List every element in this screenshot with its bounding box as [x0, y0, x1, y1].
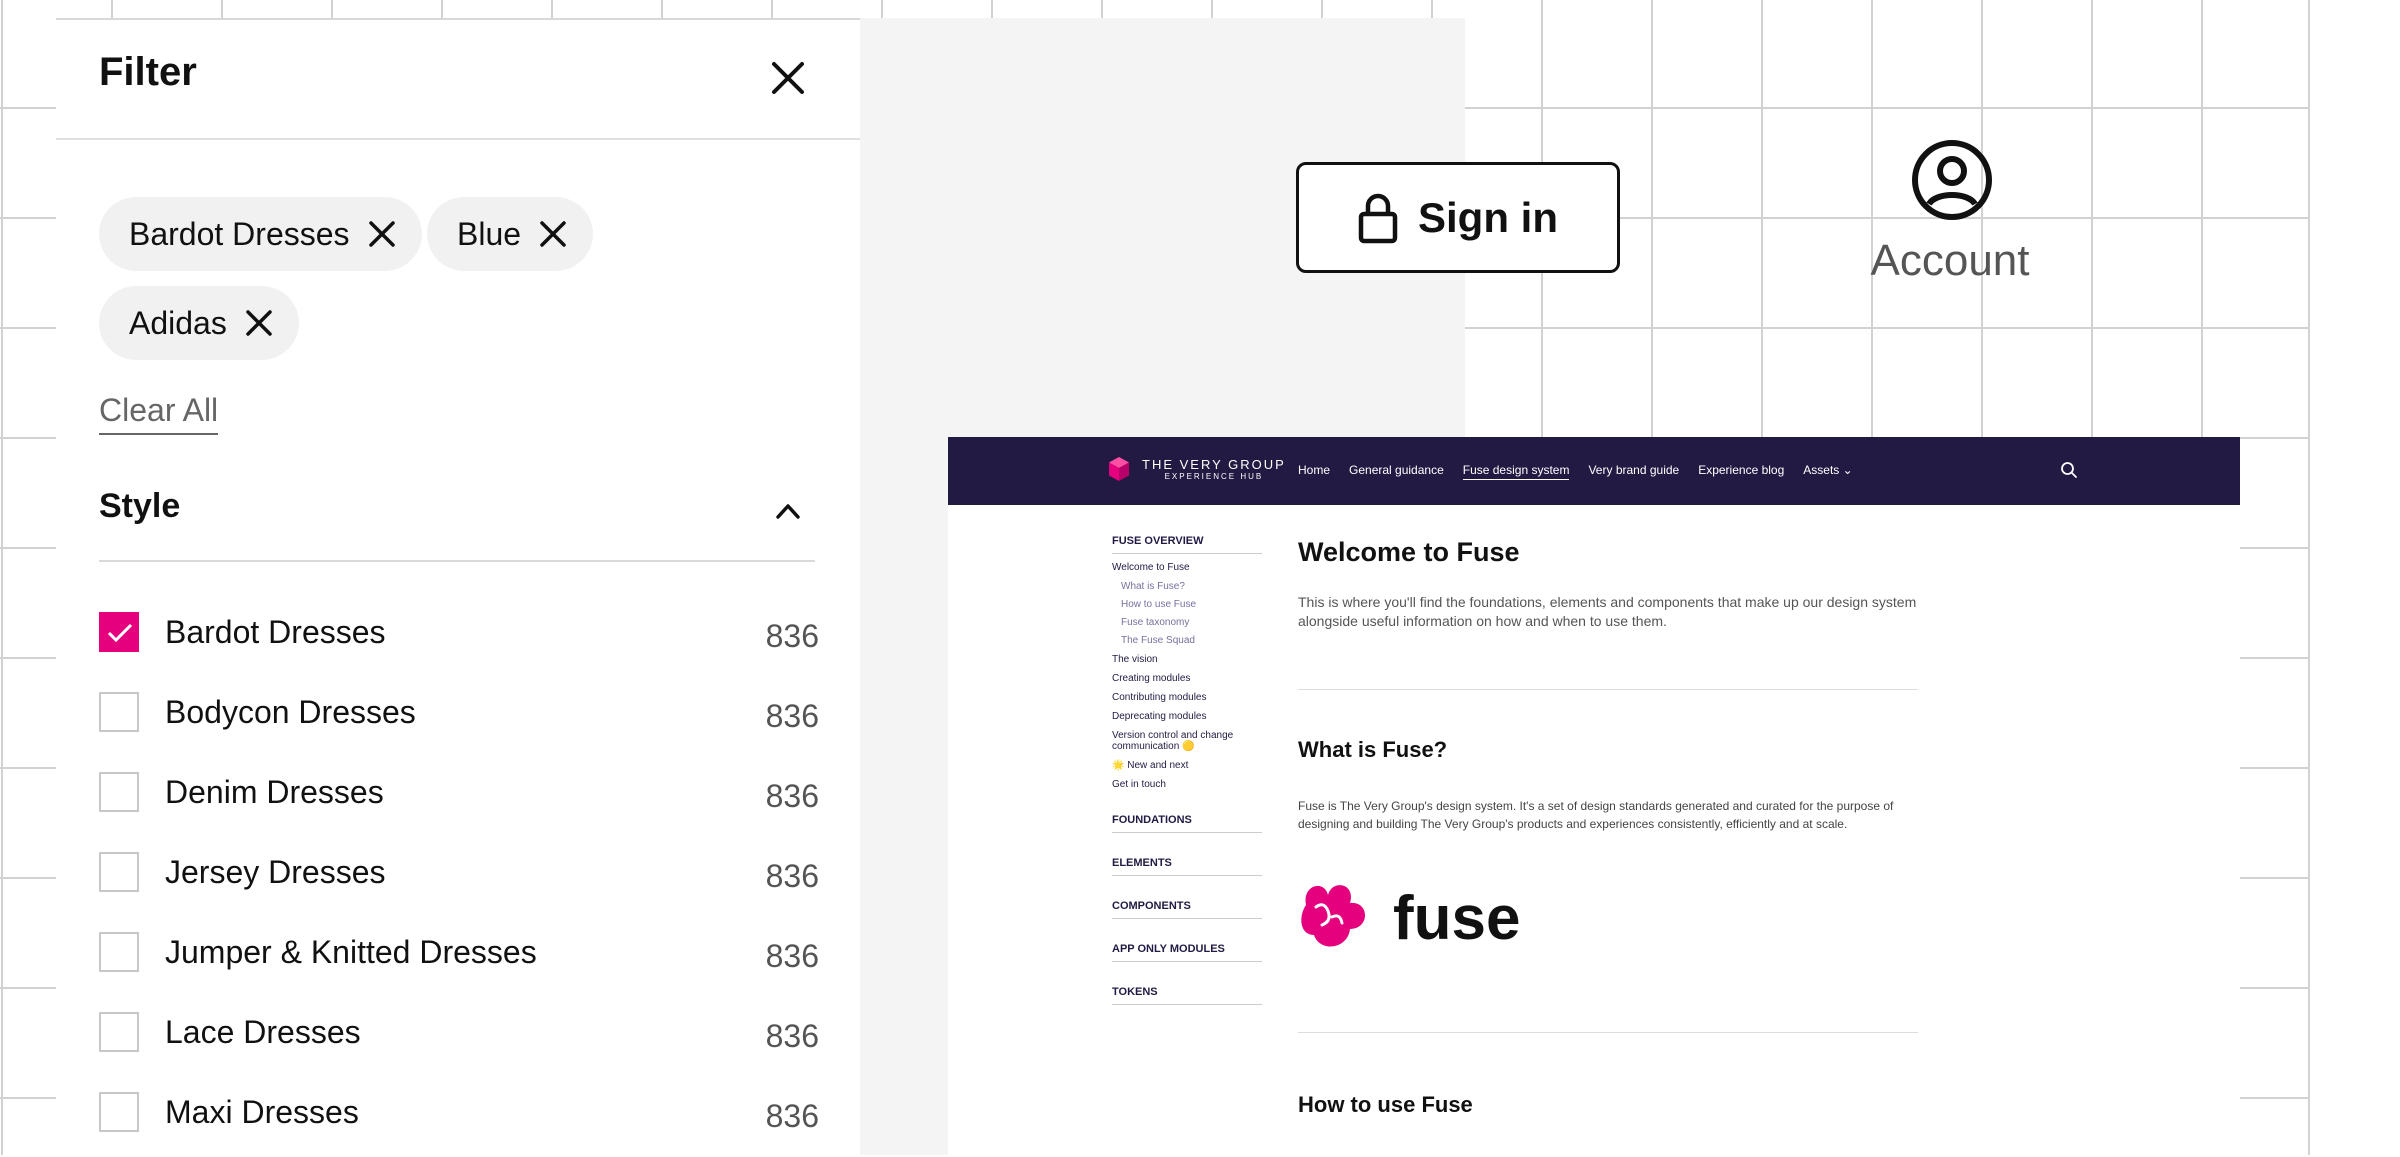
fuse-logo-text: fuse	[1393, 884, 1520, 953]
option-label: Denim Dresses	[165, 774, 384, 810]
close-icon[interactable]	[768, 58, 808, 98]
checkbox[interactable]	[99, 692, 139, 732]
option-label: Bodycon Dresses	[165, 694, 416, 730]
chevron-up-icon[interactable]	[775, 502, 801, 520]
intro-text: This is where you'll find the foundation…	[1298, 594, 1917, 629]
style-section-header[interactable]: Style	[99, 482, 815, 562]
filter-title: Filter	[99, 50, 197, 94]
chip-label: Adidas	[129, 304, 227, 341]
section-body: Fuse is The Very Group's design system. …	[1298, 799, 1894, 831]
style-section-title: Style	[99, 487, 181, 525]
checkbox[interactable]	[99, 1012, 139, 1052]
website-preview: THE VERY GROUP EXPERIENCE HUB Home Gener…	[948, 437, 2240, 1155]
sidebar-subitem[interactable]: How to use Fuse	[1121, 599, 1262, 610]
sign-in-button[interactable]: Sign in	[1296, 162, 1620, 273]
option-label: Maxi Dresses	[165, 1094, 359, 1130]
account-button[interactable]: Account	[1855, 138, 2045, 298]
sidebar-item[interactable]: 🌟 New and next	[1112, 760, 1262, 771]
sidebar-section[interactable]: COMPONENTS	[1112, 900, 1262, 919]
site-sidebar: FUSE OVERVIEW Welcome to Fuse What is Fu…	[1112, 535, 1262, 1005]
site-nav-links: Home General guidance Fuse design system…	[1298, 463, 1853, 480]
style-option-jersey-dresses[interactable]: Jersey Dresses 836	[99, 842, 819, 902]
option-count: 836	[765, 858, 819, 894]
chip-label: Blue	[457, 215, 522, 252]
checkbox[interactable]	[99, 1092, 139, 1132]
sidebar-section[interactable]: TOKENS	[1112, 986, 1262, 1005]
cube-logo-icon	[1109, 457, 1129, 481]
chip-label: Bardot Dresses	[129, 215, 350, 252]
sidebar-section[interactable]: FOUNDATIONS	[1112, 814, 1262, 833]
style-option-jumper-knitted-dresses[interactable]: Jumper & Knitted Dresses 836	[99, 922, 819, 982]
style-option-maxi-dresses[interactable]: Maxi Dresses 836	[99, 1082, 819, 1142]
check-icon	[107, 623, 133, 643]
nav-very-brand-guide[interactable]: Very brand guide	[1588, 463, 1679, 480]
search-icon[interactable]	[2060, 461, 2078, 479]
sidebar-section[interactable]: ELEMENTS	[1112, 857, 1262, 876]
account-label: Account	[1870, 236, 2030, 285]
option-label: Jersey Dresses	[165, 854, 386, 890]
fuse-logo: fuse	[1301, 884, 1520, 953]
checkbox-checked[interactable]	[99, 612, 139, 652]
sidebar-subitem[interactable]: Fuse taxonomy	[1121, 617, 1262, 628]
brand-name: THE VERY GROUP	[1142, 456, 1286, 472]
style-option-lace-dresses[interactable]: Lace Dresses 836	[99, 1002, 819, 1062]
section-heading: How to use Fuse	[1298, 1092, 1473, 1117]
option-count: 836	[765, 618, 819, 654]
sidebar-item-welcome[interactable]: Welcome to Fuse	[1112, 562, 1262, 573]
checkbox[interactable]	[99, 852, 139, 892]
remove-icon[interactable]	[368, 220, 396, 248]
site-nav-bar: THE VERY GROUP EXPERIENCE HUB Home Gener…	[948, 437, 2240, 505]
sign-in-label: Sign in	[1418, 193, 1558, 241]
checkbox[interactable]	[99, 932, 139, 972]
filter-header: Filter	[56, 20, 860, 140]
sidebar-item[interactable]: Deprecating modules	[1112, 711, 1262, 722]
background-edge	[2308, 0, 2400, 1155]
nav-general-guidance[interactable]: General guidance	[1349, 463, 1444, 480]
style-option-bardot-dresses[interactable]: Bardot Dresses 836	[99, 602, 819, 662]
option-label: Bardot Dresses	[165, 614, 386, 650]
style-option-bodycon-dresses[interactable]: Bodycon Dresses 836	[99, 682, 819, 742]
sidebar-section-overview[interactable]: FUSE OVERVIEW	[1112, 535, 1262, 554]
nav-experience-blog[interactable]: Experience blog	[1698, 463, 1784, 480]
chip-bardot-dresses[interactable]: Bardot Dresses	[99, 197, 422, 271]
sidebar-item[interactable]: Creating modules	[1112, 673, 1262, 684]
sidebar-item[interactable]: Contributing modules	[1112, 692, 1262, 703]
nav-assets[interactable]: Assets ⌄	[1803, 463, 1852, 480]
chip-blue[interactable]: Blue	[427, 197, 594, 271]
account-icon	[1912, 140, 1992, 220]
sidebar-subitem[interactable]: The Fuse Squad	[1121, 635, 1262, 646]
option-label: Lace Dresses	[165, 1014, 361, 1050]
option-count: 836	[765, 778, 819, 814]
sidebar-item[interactable]: Version control and change communication…	[1112, 730, 1257, 752]
sidebar-section[interactable]: APP ONLY MODULES	[1112, 943, 1262, 962]
option-count: 836	[765, 698, 819, 734]
checkbox[interactable]	[99, 772, 139, 812]
style-option-denim-dresses[interactable]: Denim Dresses 836	[99, 762, 819, 822]
clear-all-link[interactable]: Clear All	[99, 392, 219, 435]
option-count: 836	[765, 1018, 819, 1054]
brand-logo[interactable]: THE VERY GROUP EXPERIENCE HUB	[1108, 456, 1286, 482]
divider	[1298, 689, 1918, 690]
nav-home[interactable]: Home	[1298, 463, 1330, 480]
page-title: Welcome to Fuse	[1298, 537, 1520, 567]
remove-icon[interactable]	[539, 220, 567, 248]
lock-icon	[1358, 193, 1398, 243]
section-heading: What is Fuse?	[1298, 737, 1448, 762]
option-count: 836	[765, 938, 819, 974]
nav-fuse-design-system[interactable]: Fuse design system	[1462, 463, 1570, 480]
filter-panel: Filter Bardot Dresses Blue Adidas Clear …	[56, 18, 860, 1157]
option-label: Jumper & Knitted Dresses	[165, 934, 537, 970]
divider	[1298, 1032, 1918, 1033]
brand-subtitle: EXPERIENCE HUB	[1164, 471, 1264, 481]
option-count: 836	[765, 1098, 819, 1134]
sidebar-item[interactable]: The vision	[1112, 654, 1262, 665]
sidebar-subitem[interactable]: What is Fuse?	[1121, 581, 1262, 592]
remove-icon[interactable]	[245, 309, 273, 337]
chip-adidas[interactable]: Adidas	[99, 286, 299, 360]
sidebar-item[interactable]: Get in touch	[1112, 779, 1262, 790]
